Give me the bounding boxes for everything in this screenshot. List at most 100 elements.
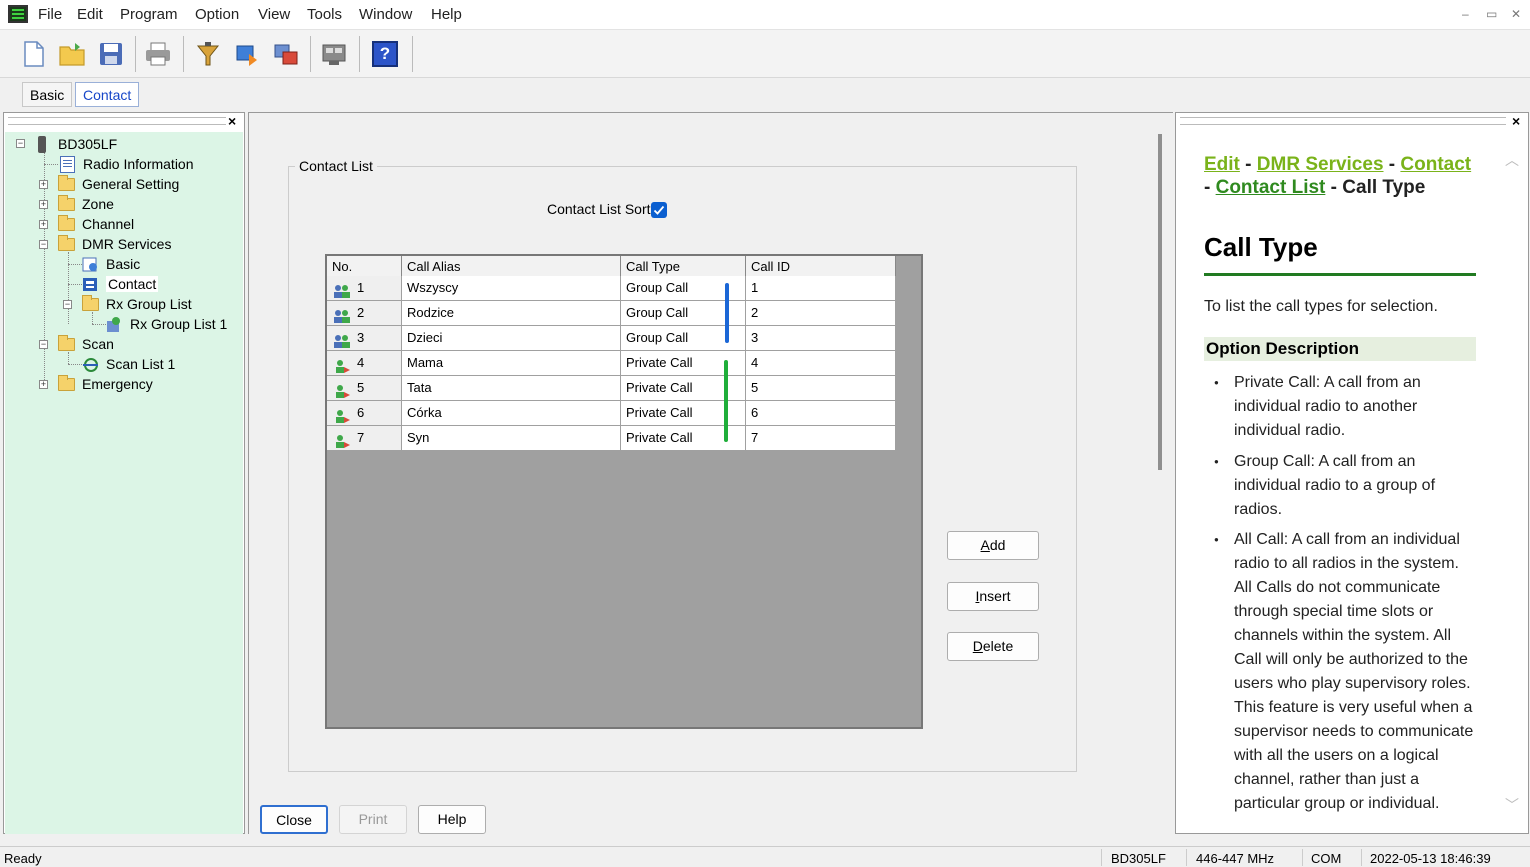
menu-window[interactable]: Window	[359, 6, 412, 23]
table-row-no-cell[interactable]: 7	[327, 426, 402, 451]
table-cell-id[interactable]: 2	[746, 301, 896, 326]
delete-button[interactable]: Delete	[947, 632, 1039, 661]
tab-basic[interactable]: Basic	[22, 82, 73, 107]
tree-item-dmr-services[interactable]: DMR Services	[58, 234, 171, 254]
menu-tools[interactable]: Tools	[307, 6, 342, 23]
breadcrumb-dmr-services-link[interactable]: DMR Services	[1257, 154, 1384, 175]
close-help-pane-button[interactable]: ×	[1512, 113, 1520, 129]
pane-grip[interactable]	[8, 117, 226, 125]
table-row-no-cell[interactable]: 2	[327, 301, 402, 326]
tree-item-label: Rx Group List 1	[130, 316, 228, 332]
group-call-icon	[333, 282, 351, 298]
write-radio-icon[interactable]	[231, 38, 263, 70]
print-button[interactable]: Print	[339, 805, 407, 834]
new-file-icon[interactable]	[18, 38, 50, 70]
close-button[interactable]: Close	[260, 805, 328, 834]
restore-button[interactable]: ▭	[1486, 7, 1497, 21]
breadcrumb-edit-link[interactable]: Edit	[1204, 154, 1240, 175]
collapse-root-toggle[interactable]: −	[16, 139, 25, 148]
tree-item-zone[interactable]: Zone	[58, 194, 114, 214]
basic-settings-icon	[82, 256, 99, 273]
table-cell-id[interactable]: 6	[746, 401, 896, 426]
breadcrumb-contact-list-link[interactable]: Contact List	[1216, 177, 1326, 198]
print-icon[interactable]	[142, 38, 174, 70]
tree-item-contact[interactable]: Contact	[82, 274, 159, 294]
insert-button[interactable]: Insert	[947, 582, 1039, 611]
tree-item-scan[interactable]: Scan	[58, 334, 114, 354]
save-icon[interactable]	[95, 38, 127, 70]
table-row-no-cell[interactable]: 3	[327, 326, 402, 351]
collapse-dmr-services-toggle[interactable]: −	[39, 240, 48, 249]
table-cell-alias[interactable]: Wszyscy	[402, 276, 621, 301]
tree-item-rx-group-list-1[interactable]: Rx Group List 1	[106, 314, 227, 334]
contact-list-sort-checkbox[interactable]	[651, 202, 667, 218]
table-cell-alias[interactable]: Mama	[402, 351, 621, 376]
column-header-call-id[interactable]: Call ID	[746, 256, 896, 277]
read-radio-icon[interactable]	[192, 38, 224, 70]
tree-item-scan-list-1[interactable]: Scan List 1	[82, 354, 175, 374]
column-header-no[interactable]: No.	[327, 256, 402, 277]
table-cell-id[interactable]: 1	[746, 276, 896, 301]
help-button[interactable]: Help	[418, 805, 486, 834]
tab-contact[interactable]: Contact	[75, 82, 140, 107]
radio-device-icon	[38, 135, 46, 153]
delete-button-mnemonic: D	[972, 638, 983, 654]
table-row-no-cell[interactable]: 4	[327, 351, 402, 376]
expand-zone-toggle[interactable]: +	[39, 200, 48, 209]
table-row-no-cell[interactable]: 6	[327, 401, 402, 426]
expand-channel-toggle[interactable]: +	[39, 220, 48, 229]
tree-item-root[interactable]: BD305LF	[38, 134, 117, 154]
table-cell-alias[interactable]: Dzieci	[402, 326, 621, 351]
status-ready: Ready	[4, 851, 42, 866]
document-icon	[60, 155, 75, 173]
menu-option[interactable]: Option	[195, 6, 239, 23]
tree-item-basic[interactable]: Basic	[82, 254, 140, 274]
add-button[interactable]: Add	[947, 531, 1039, 560]
tree-item-general-setting[interactable]: General Setting	[58, 174, 179, 194]
column-header-call-alias[interactable]: Call Alias	[402, 256, 621, 277]
breadcrumb-separator: -	[1204, 177, 1211, 198]
menu-help[interactable]: Help	[431, 6, 462, 23]
open-folder-icon[interactable]	[56, 38, 88, 70]
help-intro: To list the call types for selection.	[1204, 298, 1438, 315]
menu-edit[interactable]: Edit	[77, 6, 103, 23]
tree-item-label: BD305LF	[58, 136, 118, 152]
expand-general-setting-toggle[interactable]: +	[39, 180, 48, 189]
help-scroll-up-icon[interactable]: ︿	[1505, 150, 1519, 170]
collapse-rx-group-list-toggle[interactable]: −	[63, 300, 72, 309]
tree-item-radio-information[interactable]: Radio Information	[60, 154, 194, 174]
pane-grip[interactable]	[1180, 117, 1506, 125]
table-cell-alias[interactable]: Tata	[402, 376, 621, 401]
table-row-no-cell[interactable]: 1	[327, 276, 402, 301]
help-bullet-all-call: All Call: A call from an individual radi…	[1214, 528, 1480, 816]
table-cell-alias[interactable]: Rodzice	[402, 301, 621, 326]
menu-file[interactable]: File	[38, 6, 62, 23]
menu-view[interactable]: View	[258, 6, 290, 23]
tree-item-rx-group-list[interactable]: Rx Group List	[82, 294, 192, 314]
help-scroll-down-icon[interactable]: ﹀	[1505, 795, 1519, 815]
table-cell-id[interactable]: 5	[746, 376, 896, 401]
clone-icon[interactable]	[270, 38, 302, 70]
tree-item-channel[interactable]: Channel	[58, 214, 134, 234]
minimize-button[interactable]: –	[1462, 7, 1469, 21]
table-cell-alias[interactable]: Syn	[402, 426, 621, 451]
settings-icon[interactable]	[318, 38, 350, 70]
close-window-button[interactable]: ✕	[1511, 7, 1521, 21]
table-cell-id[interactable]: 3	[746, 326, 896, 351]
collapse-scan-toggle[interactable]: −	[39, 340, 48, 349]
tree-item-label: DMR Services	[82, 236, 172, 252]
tree-item-emergency[interactable]: Emergency	[58, 374, 153, 394]
expand-emergency-toggle[interactable]: +	[39, 380, 48, 389]
table-cell-id[interactable]: 4	[746, 351, 896, 376]
close-tree-pane-button[interactable]: ×	[228, 113, 236, 129]
menu-program[interactable]: Program	[120, 6, 178, 23]
tab-bar: Basic Contact	[0, 78, 1530, 111]
table-cell-alias[interactable]: Córka	[402, 401, 621, 426]
table-row-no-cell[interactable]: 5	[327, 376, 402, 401]
help-icon[interactable]: ?	[369, 38, 401, 70]
column-header-call-type[interactable]: Call Type	[621, 256, 746, 277]
table-cell-id[interactable]: 7	[746, 426, 896, 451]
breadcrumb-contact-link[interactable]: Contact	[1400, 154, 1471, 175]
add-button-label: dd	[989, 537, 1006, 553]
pane-splitter[interactable]	[1158, 134, 1162, 470]
